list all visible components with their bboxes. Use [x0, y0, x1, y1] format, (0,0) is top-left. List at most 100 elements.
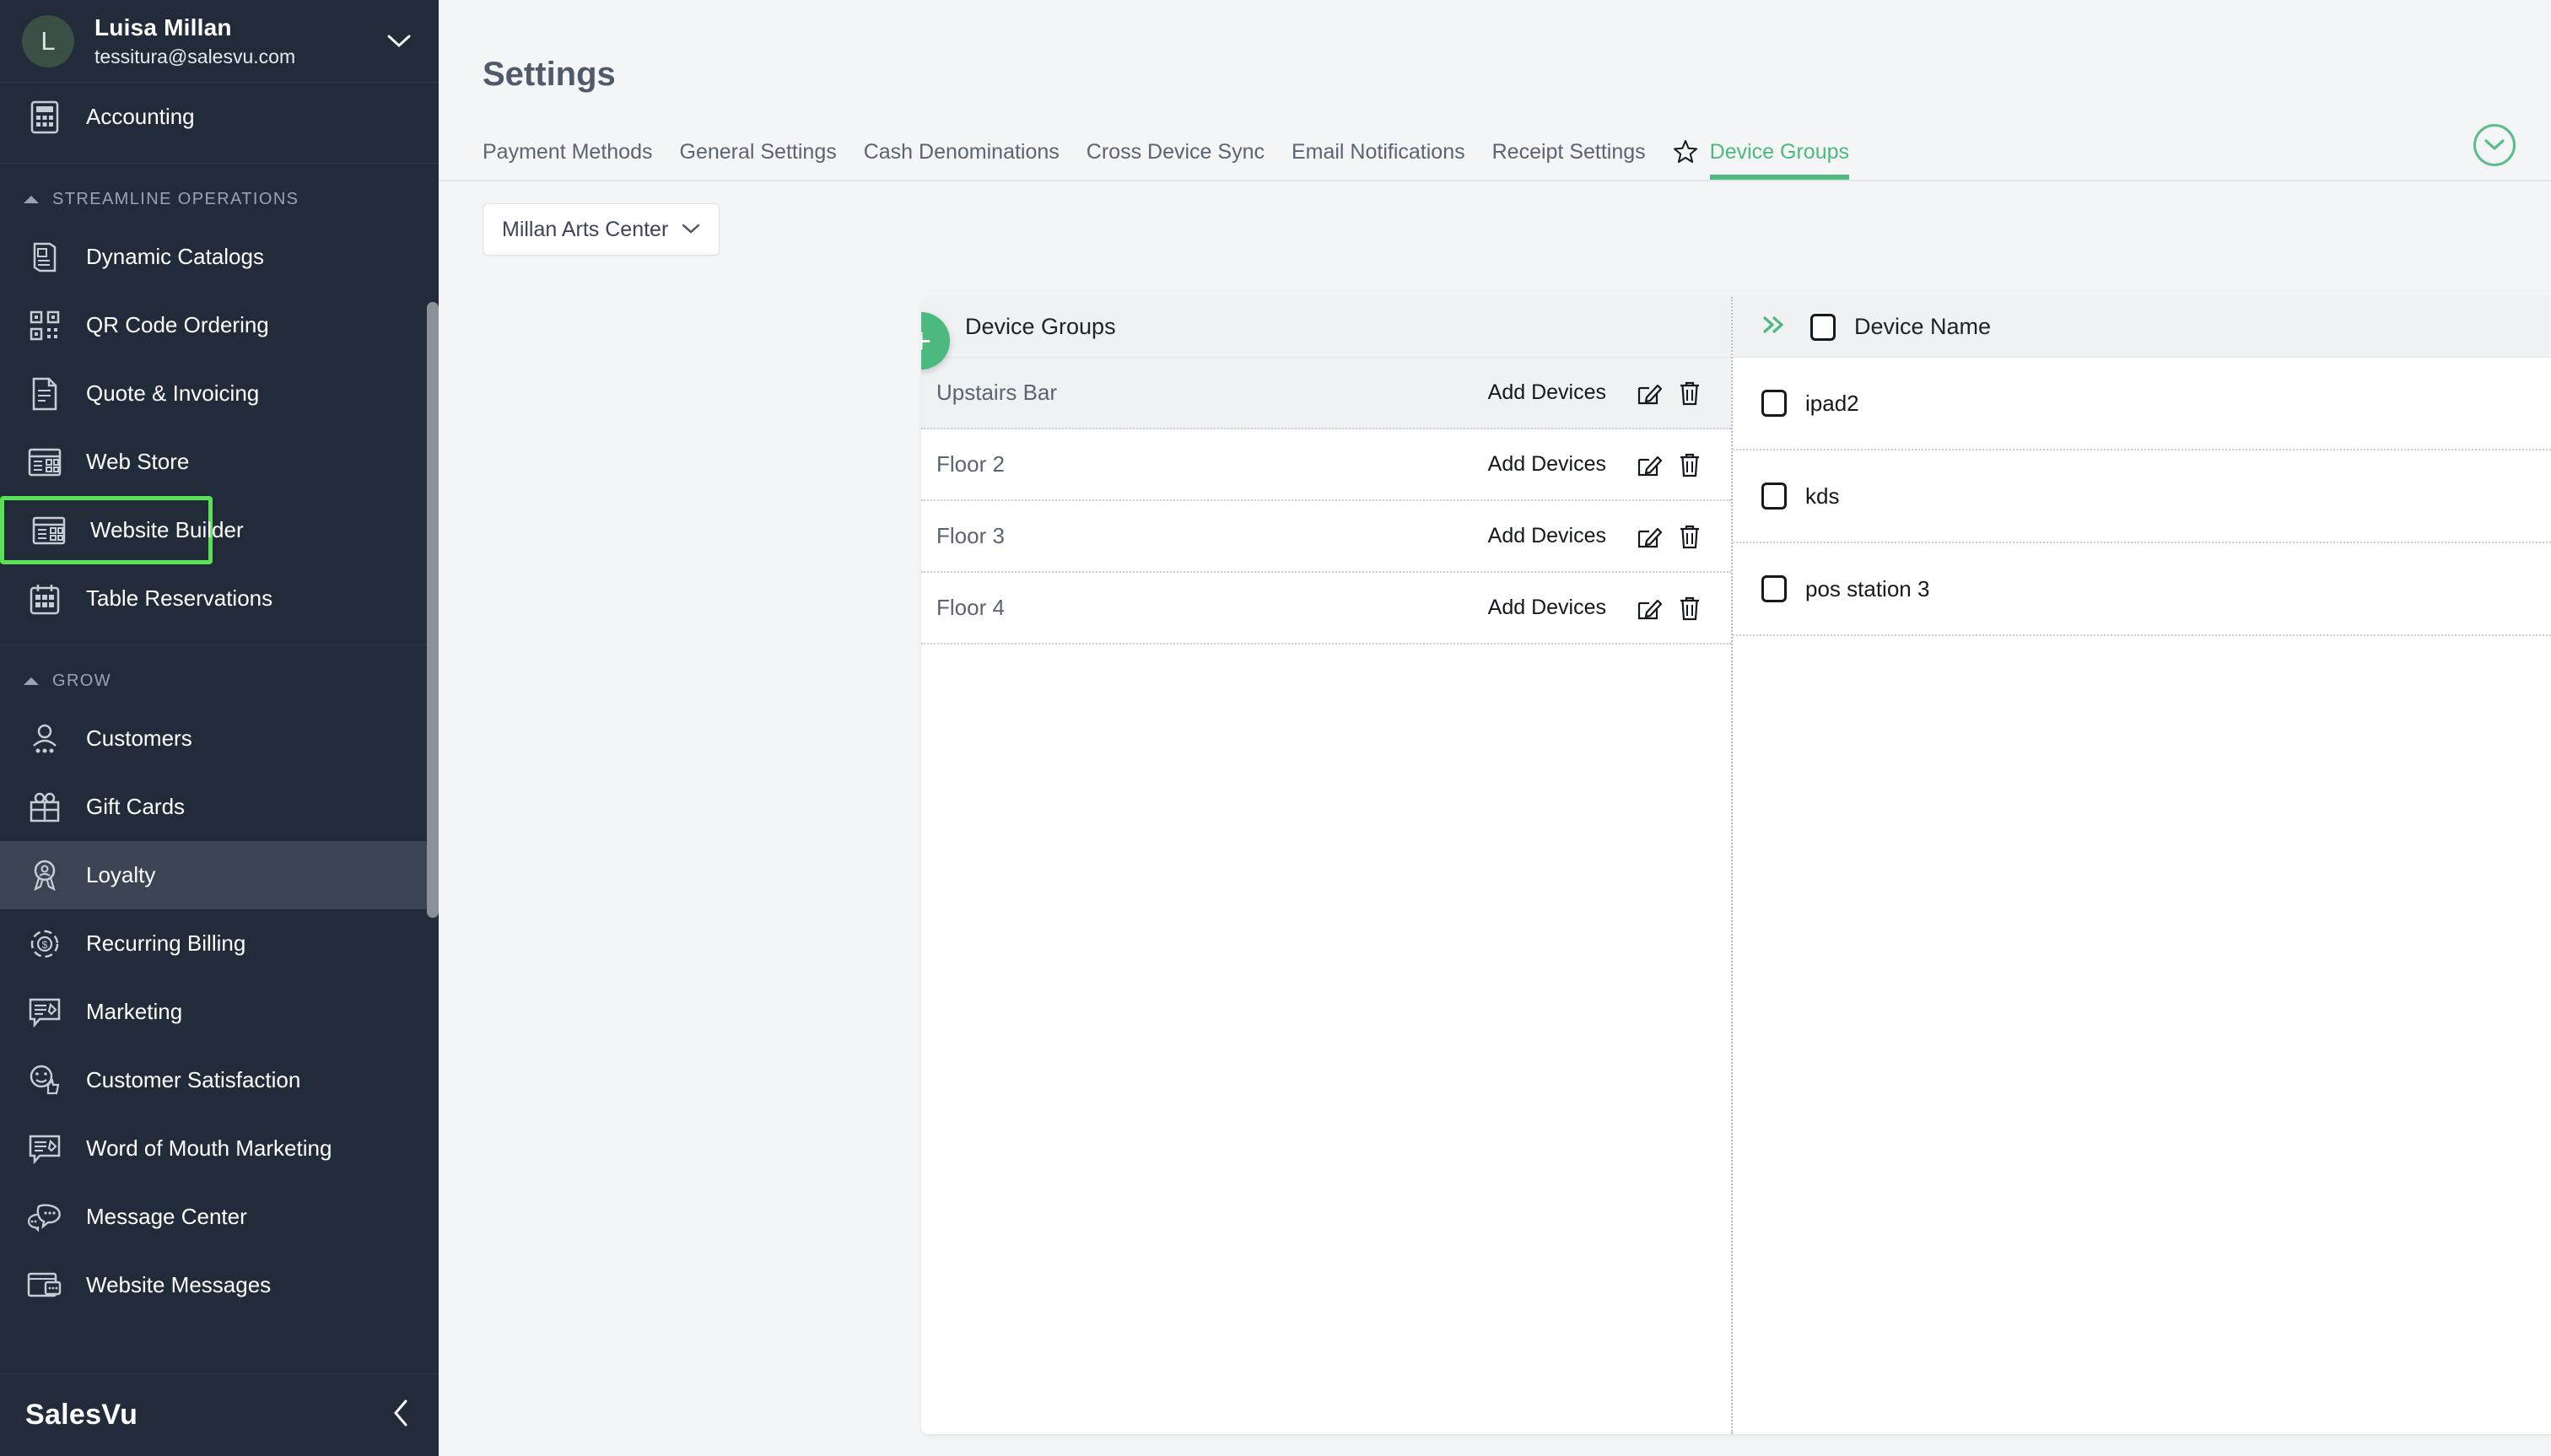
- device-group-name: Floor 2: [936, 451, 1005, 477]
- add-devices-link[interactable]: Add Devices: [1488, 452, 1606, 477]
- table-row[interactable]: Floor 2 Add Devices: [921, 429, 1731, 501]
- sidebar-item-label: QR Code Ordering: [86, 312, 269, 337]
- triangle-up-icon: [24, 195, 39, 203]
- edit-pencil-icon[interactable]: [1633, 592, 1665, 624]
- sidebar-item-marketing[interactable]: Marketing: [0, 978, 439, 1046]
- chat-bubbles-icon: [25, 1198, 64, 1237]
- tab-cross-device-sync[interactable]: Cross Device Sync: [1087, 140, 1265, 180]
- device-groups-title: Device Groups: [965, 314, 1116, 339]
- page-title: Settings: [483, 56, 616, 93]
- sidebar-item-customers[interactable]: Customers: [0, 704, 439, 773]
- edit-pencil-icon[interactable]: [1633, 377, 1665, 409]
- catalog-icon: [25, 238, 64, 277]
- sidebar-item-word-of-mouth-marketing[interactable]: Word of Mouth Marketing: [0, 1114, 439, 1183]
- location-select[interactable]: Millan Arts Center: [483, 203, 720, 256]
- tab-receipt-settings[interactable]: Receipt Settings: [1492, 140, 1646, 180]
- sidebar-item-label: Recurring Billing: [86, 930, 246, 956]
- chevron-down-circle-icon[interactable]: [2473, 124, 2516, 166]
- trash-icon[interactable]: [1674, 520, 1706, 553]
- sidebar-item-qr-code-ordering[interactable]: QR Code Ordering: [0, 291, 439, 359]
- sidebar-item-label: Marketing: [86, 999, 183, 1024]
- sidebar-item-label: Message Center: [86, 1204, 247, 1229]
- sidebar-item-gift-cards[interactable]: Gift Cards: [0, 773, 439, 841]
- tab-favorite-star[interactable]: [1673, 139, 1710, 180]
- add-devices-link[interactable]: Add Devices: [1488, 380, 1606, 405]
- edit-pencil-icon[interactable]: [1633, 520, 1665, 553]
- sidebar-item-recurring-billing[interactable]: $ Recurring Billing: [0, 909, 439, 978]
- trash-icon[interactable]: [1674, 592, 1706, 624]
- sidebar-group-label: GROW: [52, 671, 112, 690]
- sidebar-group-streamline-operations[interactable]: STREAMLINE OPERATIONS: [0, 175, 439, 223]
- marketing-megaphone-icon: [25, 1130, 64, 1168]
- add-devices-link[interactable]: Add Devices: [1488, 524, 1606, 548]
- row-checkbox[interactable]: [1761, 575, 1787, 602]
- sidebar-divider: [0, 163, 439, 164]
- tab-general-settings[interactable]: General Settings: [680, 140, 837, 180]
- sidebar-item-dynamic-catalogs[interactable]: Dynamic Catalogs: [0, 223, 439, 291]
- device-name: kds: [1805, 483, 1840, 509]
- trash-icon[interactable]: [1674, 449, 1706, 481]
- sidebar-nav: Accounting STREAMLINE OPERATIONS Dynamic…: [0, 83, 439, 1319]
- sidebar-item-label: Website Messages: [86, 1272, 272, 1297]
- star-icon[interactable]: [1673, 139, 1698, 164]
- gift-icon: [25, 788, 64, 827]
- tab-cash-denominations[interactable]: Cash Denominations: [864, 140, 1060, 180]
- sidebar-item-loyalty[interactable]: Loyalty: [0, 841, 439, 909]
- device-groups-pane-header: Device Groups: [921, 297, 1731, 358]
- edit-pencil-icon[interactable]: [1633, 449, 1665, 481]
- qr-code-icon: [25, 306, 64, 345]
- sidebar-item-quote-invoicing[interactable]: Quote & Invoicing: [0, 359, 439, 428]
- tab-device-groups[interactable]: Device Groups: [1709, 140, 1850, 180]
- loyalty-badge-icon: [25, 856, 64, 895]
- svg-text:$: $: [42, 939, 48, 951]
- sidebar-scrollbar[interactable]: [427, 302, 439, 918]
- avatar: L: [22, 14, 74, 67]
- calendar-grid-icon: [25, 580, 64, 618]
- device-name: pos station 3: [1805, 575, 1930, 601]
- sidebar-item-table-reservations[interactable]: Table Reservations: [0, 564, 439, 633]
- column-header-device-name: Device Name: [1854, 314, 1992, 339]
- sidebar-user-account[interactable]: L Luisa Millan tessitura@salesvu.com: [0, 0, 439, 83]
- row-checkbox[interactable]: [1761, 390, 1787, 417]
- sidebar-item-label: Loyalty: [86, 862, 156, 887]
- row-checkbox[interactable]: [1761, 483, 1787, 510]
- sidebar-item-customer-satisfaction[interactable]: Customer Satisfaction: [0, 1046, 439, 1114]
- sidebar-item-message-center[interactable]: Message Center: [0, 1183, 439, 1251]
- chevron-left-icon[interactable]: [391, 1399, 410, 1432]
- table-row[interactable]: Floor 3 Add Devices: [921, 501, 1731, 573]
- sidebar-item-label: Gift Cards: [86, 794, 186, 819]
- marketing-megaphone-icon: [25, 993, 64, 1032]
- sidebar-scroll-area: Accounting STREAMLINE OPERATIONS Dynamic…: [0, 83, 439, 1373]
- sidebar-item-label: Web Store: [86, 449, 190, 474]
- web-store-icon: [25, 443, 64, 482]
- tab-payment-methods[interactable]: Payment Methods: [483, 140, 653, 180]
- app-root: L Luisa Millan tessitura@salesvu.com Acc…: [0, 0, 2551, 1456]
- sidebar-user-email: tessitura@salesvu.com: [94, 45, 296, 67]
- sidebar-group-grow[interactable]: GROW: [0, 657, 439, 704]
- device-name: ipad2: [1805, 390, 1859, 416]
- sidebar-user-name: Luisa Millan: [94, 13, 232, 40]
- double-chevron-right-icon[interactable]: [1761, 313, 1787, 342]
- add-devices-link[interactable]: Add Devices: [1488, 596, 1606, 620]
- invoice-document-icon: [25, 375, 64, 413]
- sidebar-item-website-builder[interactable]: Website Builder: [0, 496, 244, 564]
- select-all-checkbox[interactable]: [1810, 313, 1836, 341]
- table-row[interactable]: Floor 4 Add Devices: [921, 573, 1731, 644]
- sidebar-footer: SalesVu: [0, 1373, 439, 1456]
- plus-icon: +: [921, 323, 931, 359]
- device-groups-card: + Device Groups Upstairs Bar Add Devices: [921, 297, 2551, 1434]
- main-content: Settings Payment Methods General Setting…: [439, 0, 2551, 1456]
- sidebar-item-website-messages[interactable]: Website Messages: [0, 1251, 439, 1319]
- sidebar-item-web-store[interactable]: Web Store: [0, 428, 439, 496]
- sidebar-item-accounting[interactable]: Accounting: [0, 83, 439, 151]
- sidebar-user-text: Luisa Millan tessitura@salesvu.com: [94, 14, 385, 68]
- sidebar-item-label: Table Reservations: [86, 585, 273, 611]
- sidebar: L Luisa Millan tessitura@salesvu.com Acc…: [0, 0, 439, 1456]
- location-row: Millan Arts Center: [439, 181, 2551, 256]
- trash-icon[interactable]: [1674, 377, 1706, 409]
- tab-email-notifications[interactable]: Email Notifications: [1292, 140, 1465, 180]
- devices-pane: Device Name Master Device ipad2 No: [1731, 297, 2551, 1434]
- sidebar-item-label: Quote & Invoicing: [86, 380, 260, 406]
- chevron-down-icon[interactable]: [385, 29, 413, 54]
- table-row[interactable]: Upstairs Bar Add Devices: [921, 358, 1731, 429]
